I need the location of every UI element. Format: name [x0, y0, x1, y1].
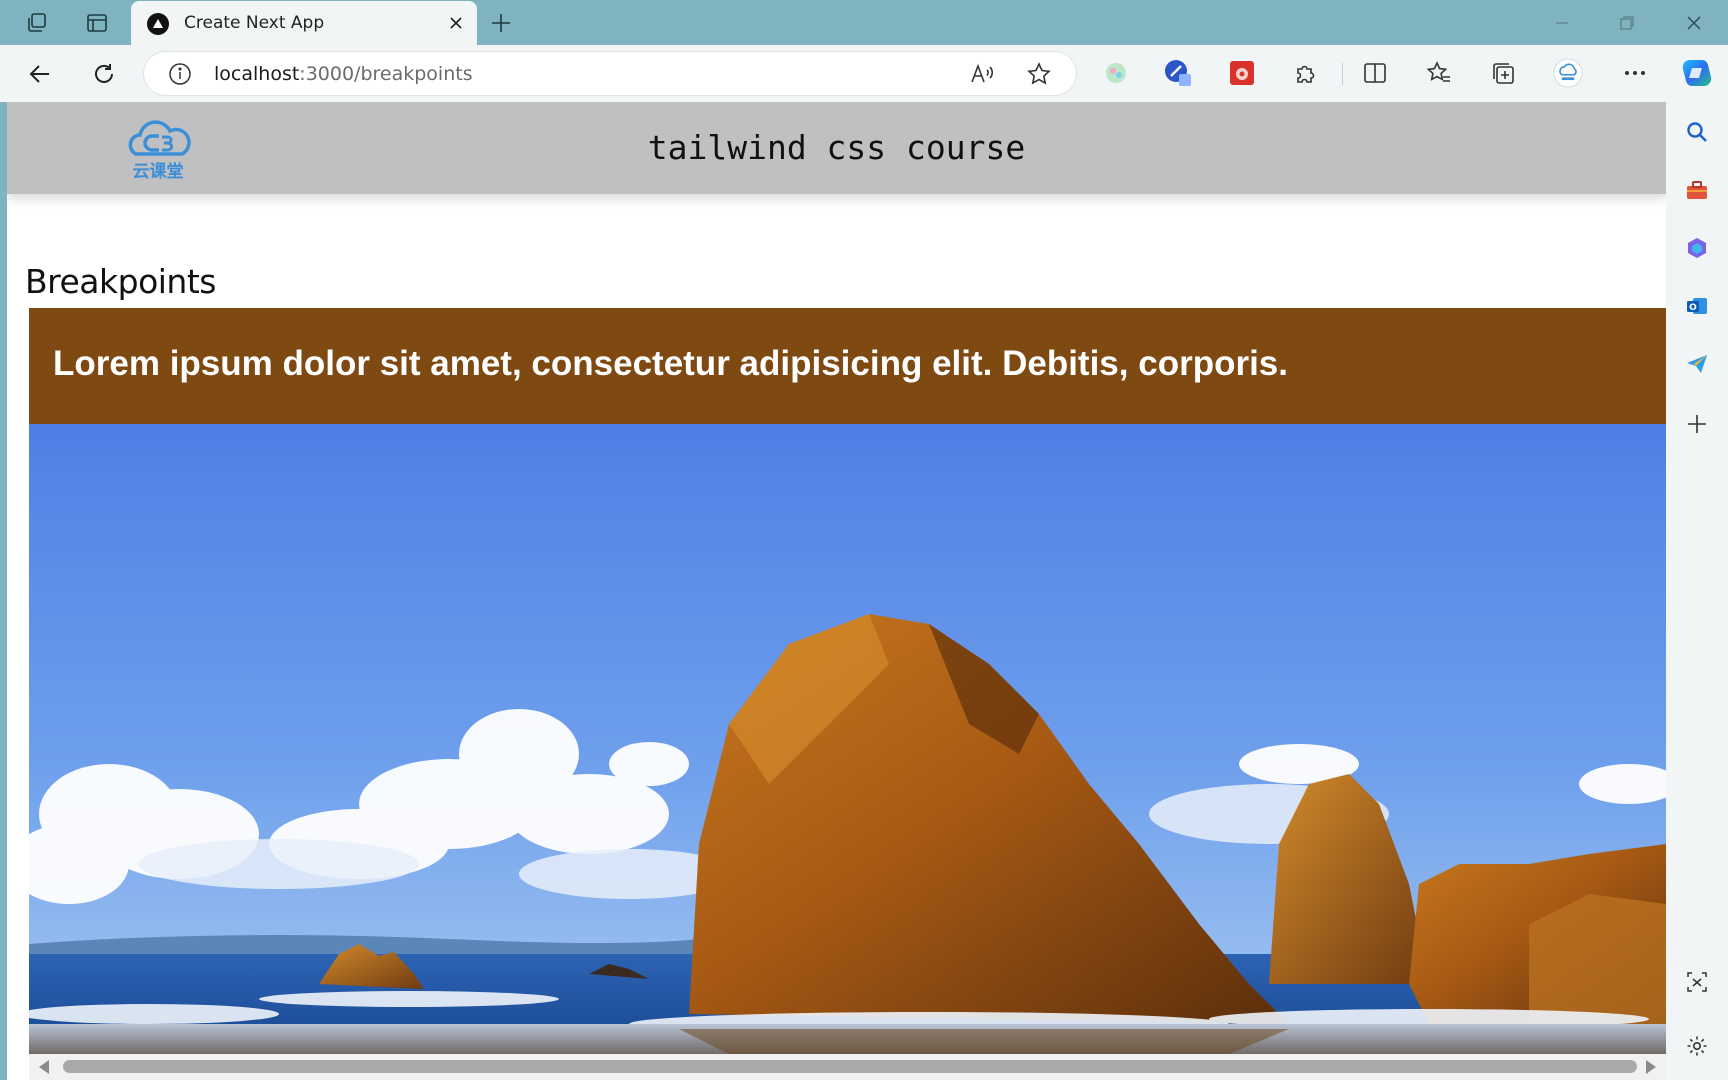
- nextjs-favicon-icon: [147, 13, 169, 35]
- edge-sidebar: O: [1666, 102, 1728, 1080]
- address-bar[interactable]: localhost:3000/breakpoints: [144, 52, 1076, 95]
- coastal-rock-landscape-image: [29, 424, 1666, 1054]
- more-icon[interactable]: [1620, 58, 1650, 88]
- site-header: 云课堂 tailwind css course: [7, 102, 1666, 194]
- url-path: :3000/breakpoints: [299, 63, 473, 85]
- toolbox-icon[interactable]: [1681, 174, 1713, 206]
- svg-text:O: O: [1689, 303, 1697, 313]
- extension-color-icon[interactable]: [1101, 58, 1131, 88]
- tab-actions-icon[interactable]: [80, 8, 114, 38]
- horizontal-scrollbar[interactable]: [29, 1054, 1666, 1080]
- tab-create-next-app[interactable]: Create Next App: [131, 1, 477, 45]
- plus-icon: [492, 14, 510, 32]
- puzzle-icon[interactable]: [1291, 58, 1321, 88]
- gear-icon[interactable]: [1681, 1030, 1713, 1062]
- lorem-banner: Lorem ipsum dolor sit amet, consectetur …: [29, 308, 1666, 424]
- copilot-icon[interactable]: [1679, 55, 1715, 91]
- scroll-left-icon[interactable]: [39, 1060, 49, 1074]
- restore-icon[interactable]: [1607, 8, 1647, 38]
- new-tab-button[interactable]: [486, 8, 516, 38]
- site-title: tailwind css course: [647, 128, 1026, 167]
- toolbar-divider: [1342, 63, 1343, 85]
- url-host: localhost: [214, 63, 300, 85]
- refresh-icon[interactable]: [88, 58, 120, 90]
- minimize-icon[interactable]: [1542, 8, 1582, 38]
- tab-title: Create Next App: [184, 13, 325, 33]
- extension-pen-icon[interactable]: [1163, 58, 1193, 88]
- banner-text: Lorem ipsum dolor sit amet, consectetur …: [53, 344, 1288, 383]
- browser-toolbar: localhost:3000/breakpoints: [0, 45, 1728, 102]
- add-sidebar-app-icon[interactable]: [1681, 408, 1713, 440]
- star-icon[interactable]: [1025, 60, 1053, 88]
- page-viewport: 云课堂 tailwind css course Breakpoints Lore…: [7, 102, 1666, 1080]
- info-icon[interactable]: [168, 62, 192, 86]
- url-text[interactable]: localhost:3000/breakpoints: [214, 63, 473, 85]
- scrollbar-thumb[interactable]: [63, 1060, 1637, 1073]
- profile-avatar[interactable]: [1553, 58, 1583, 88]
- outlook-icon[interactable]: O: [1681, 290, 1713, 322]
- close-window-icon[interactable]: [1674, 8, 1714, 38]
- extension-bug-icon[interactable]: [1227, 58, 1257, 88]
- send-icon[interactable]: [1681, 348, 1713, 380]
- search-icon[interactable]: [1681, 116, 1713, 148]
- back-arrow-icon[interactable]: [24, 58, 56, 90]
- copilot-app-icon[interactable]: [1681, 232, 1713, 264]
- read-aloud-icon[interactable]: [968, 60, 996, 88]
- scroll-right-icon[interactable]: [1646, 1060, 1656, 1074]
- favorites-icon[interactable]: [1424, 58, 1454, 88]
- collections-icon[interactable]: [1488, 58, 1518, 88]
- page-heading: Breakpoints: [25, 262, 216, 301]
- workspaces-icon[interactable]: [20, 8, 54, 38]
- tab-strip: Create Next App: [0, 0, 1728, 45]
- close-tab-icon[interactable]: [445, 12, 467, 34]
- screenshot-icon[interactable]: [1681, 966, 1713, 998]
- split-screen-icon[interactable]: [1360, 58, 1390, 88]
